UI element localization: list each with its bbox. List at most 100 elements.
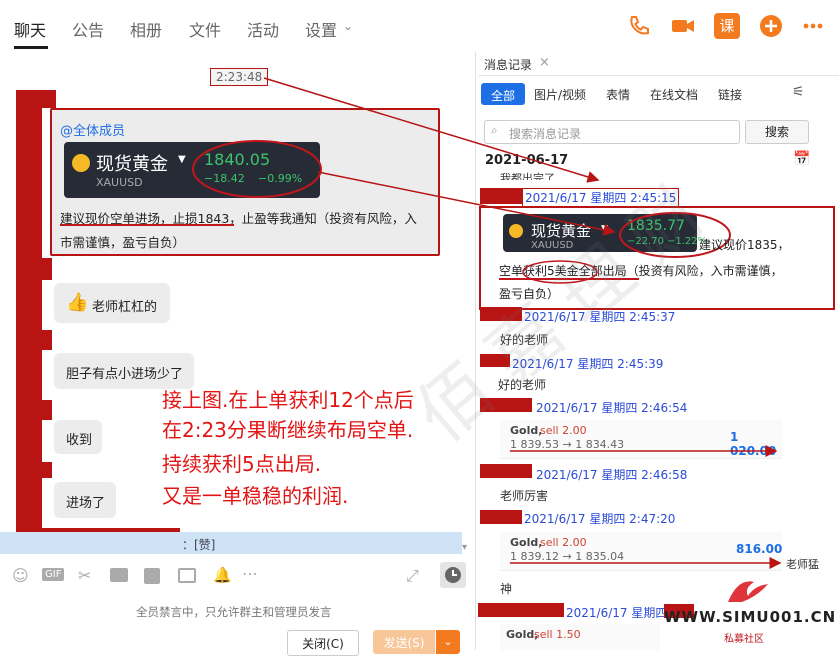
gold-coin-icon (509, 224, 523, 238)
trade-symbol: Gold, (510, 536, 543, 549)
tab-announcement[interactable]: 公告 (72, 17, 104, 41)
highlight-ellipse (192, 140, 322, 198)
history-timestamp: 2021/6/17 星期四 2:47:20 (524, 512, 676, 526)
video-icon[interactable] (670, 13, 696, 39)
redaction-mark (40, 400, 52, 420)
search-icon: ⌕ (491, 123, 498, 137)
scroll-down-arrow-icon[interactable]: ▾ (462, 542, 467, 553)
trade-range: 1 839.53 → 1 834.43 (510, 438, 625, 451)
history-date: 2021-06-17 (485, 153, 569, 168)
redaction-mark (478, 603, 564, 617)
filter-images[interactable]: 图片/视频 (534, 86, 586, 103)
logo-mark-icon (728, 581, 768, 602)
quote-text: ：[赞] (182, 538, 216, 552)
close-icon[interactable]: × (539, 55, 550, 70)
redaction-mark (40, 258, 52, 280)
history-panel-title: 消息记录 (484, 58, 533, 72)
gold-coin-icon (72, 154, 90, 172)
underline-mark (60, 224, 234, 226)
thumbs-up-icon: 👍 (66, 292, 89, 313)
course-icon[interactable]: 课 (714, 13, 740, 39)
redaction-mark (40, 330, 52, 350)
redaction-mark (16, 108, 42, 528)
tab-chat[interactable]: 聊天 (14, 17, 46, 41)
filter-settings-icon[interactable]: ⚟ (792, 84, 805, 100)
annotation-line: 在2:23分果断继续布局空单. (162, 418, 414, 442)
message-text-line: 市需谨慎，盈亏自负） (60, 235, 186, 250)
active-tab-indicator (14, 46, 48, 49)
trade-card[interactable]: Gold, sell 2.00 1 839.53 → 1 834.43 1 02… (500, 420, 782, 459)
filter-all[interactable]: 全部 (481, 83, 525, 105)
image-icon[interactable] (178, 568, 196, 583)
add-icon[interactable] (758, 13, 784, 39)
redaction-mark (40, 462, 52, 478)
calendar-icon[interactable]: 📅 (793, 151, 810, 167)
chat-message: 收到 (54, 420, 102, 454)
at-all-mention[interactable]: @全体成员 (60, 120, 125, 139)
history-timestamp: 2021/6/17 星期四 (566, 606, 668, 620)
partial-message: 我都出完了 (500, 172, 555, 180)
chat-message: 进场了 (54, 482, 116, 518)
filter-docs[interactable]: 在线文档 (650, 86, 698, 103)
tab-settings[interactable]: 设置 (305, 17, 337, 41)
divider (478, 75, 839, 76)
trade-card[interactable]: Gold, sell 1.50 (500, 624, 660, 650)
chat-message-signal: @全体成员 现货黄金 ▼ XAUUSD 1840.05 −18.42 −0.99… (50, 108, 440, 256)
send-options-chevron-icon[interactable]: ⌄ (436, 630, 460, 654)
trade-profit: 1 020.00 (730, 430, 777, 458)
tab-activity[interactable]: 活动 (247, 17, 279, 41)
more-tools-icon[interactable]: ⋯ (242, 564, 258, 583)
caret-down-icon: ▼ (178, 154, 186, 165)
trade-range: 1 839.12 → 1 835.04 (510, 550, 625, 563)
message-text: 收到 (66, 433, 93, 448)
message-text: 老师杠杠的 (92, 300, 158, 315)
tab-album[interactable]: 相册 (130, 17, 162, 41)
tab-files[interactable]: 文件 (189, 17, 221, 41)
ticker-name: 现货黄金 (96, 154, 168, 175)
history-message: 老师厉害 (500, 489, 549, 503)
annotation-line: 又是一单稳稳的利润. (162, 484, 349, 508)
chat-toolbar: ☺ GIF ✂ 🔔 ⋯ ⤢ (12, 562, 472, 588)
quote-reply-bar[interactable]: ：[赞] (0, 532, 462, 554)
trade-side: sell 2.00 (540, 424, 587, 437)
search-button[interactable]: 搜索 (745, 120, 809, 144)
scissors-icon[interactable]: ✂ (78, 566, 91, 585)
history-timestamp: 2021/6/17 星期四 2:46:58 (536, 468, 688, 482)
history-message: 老师猛 (786, 558, 819, 571)
history-timestamp: 2021/6/17 星期四 2:46:54 (536, 401, 688, 415)
chevron-down-icon[interactable]: ⌄ (343, 19, 353, 33)
history-message: 神 (500, 582, 513, 596)
filter-stickers[interactable]: 表情 (606, 86, 630, 103)
muted-notice: 全员禁言中，只允许群主和管理员发言 (136, 605, 332, 619)
top-tab-bar: 聊天 公告 相册 文件 活动 设置 ⌄ 课 (0, 0, 839, 53)
trade-symbol: Gold, (510, 424, 543, 437)
phone-icon[interactable] (626, 13, 652, 39)
history-search-input[interactable]: ⌕ 搜索消息记录 (484, 120, 740, 144)
annotation-line: 接上图.在上单获利12个点后 (162, 388, 414, 412)
gif-icon[interactable]: GIF (42, 568, 65, 581)
trade-side: sell 2.00 (540, 536, 587, 549)
filter-links[interactable]: 链接 (718, 86, 742, 103)
more-icon[interactable] (800, 13, 826, 39)
folder-icon[interactable] (110, 568, 128, 582)
redaction-mark (16, 90, 56, 108)
search-placeholder: 搜索消息记录 (509, 127, 582, 141)
bell-icon[interactable]: 🔔 (213, 566, 232, 584)
emoji-icon[interactable]: ☺ (12, 566, 29, 585)
doc-icon[interactable] (144, 568, 160, 584)
history-clock-icon[interactable] (440, 562, 466, 588)
chat-message: 👍 老师杠杠的 (54, 283, 170, 323)
send-button[interactable]: 发送(S) (373, 630, 435, 654)
logo-text: WWW.SIMU001.CN (664, 608, 837, 626)
message-text: 进场了 (66, 496, 106, 511)
ticker-symbol: XAUUSD (96, 176, 143, 189)
message-text: 胆子有点小进场少了 (66, 367, 184, 382)
course-icon-label: 课 (719, 17, 735, 35)
trade-card[interactable]: Gold, sell 2.00 1 839.12 → 1 835.04 816.… (500, 532, 782, 571)
logo-subtext: 私募社区 (724, 634, 764, 645)
close-button[interactable]: 关闭(C) (287, 630, 359, 656)
redaction-mark (480, 464, 532, 478)
site-logo: WWW.SIMU001.CN 私募社区 (664, 574, 837, 646)
expand-icon[interactable]: ⤢ (406, 566, 419, 586)
chat-message: 胆子有点小进场少了 (54, 353, 194, 389)
